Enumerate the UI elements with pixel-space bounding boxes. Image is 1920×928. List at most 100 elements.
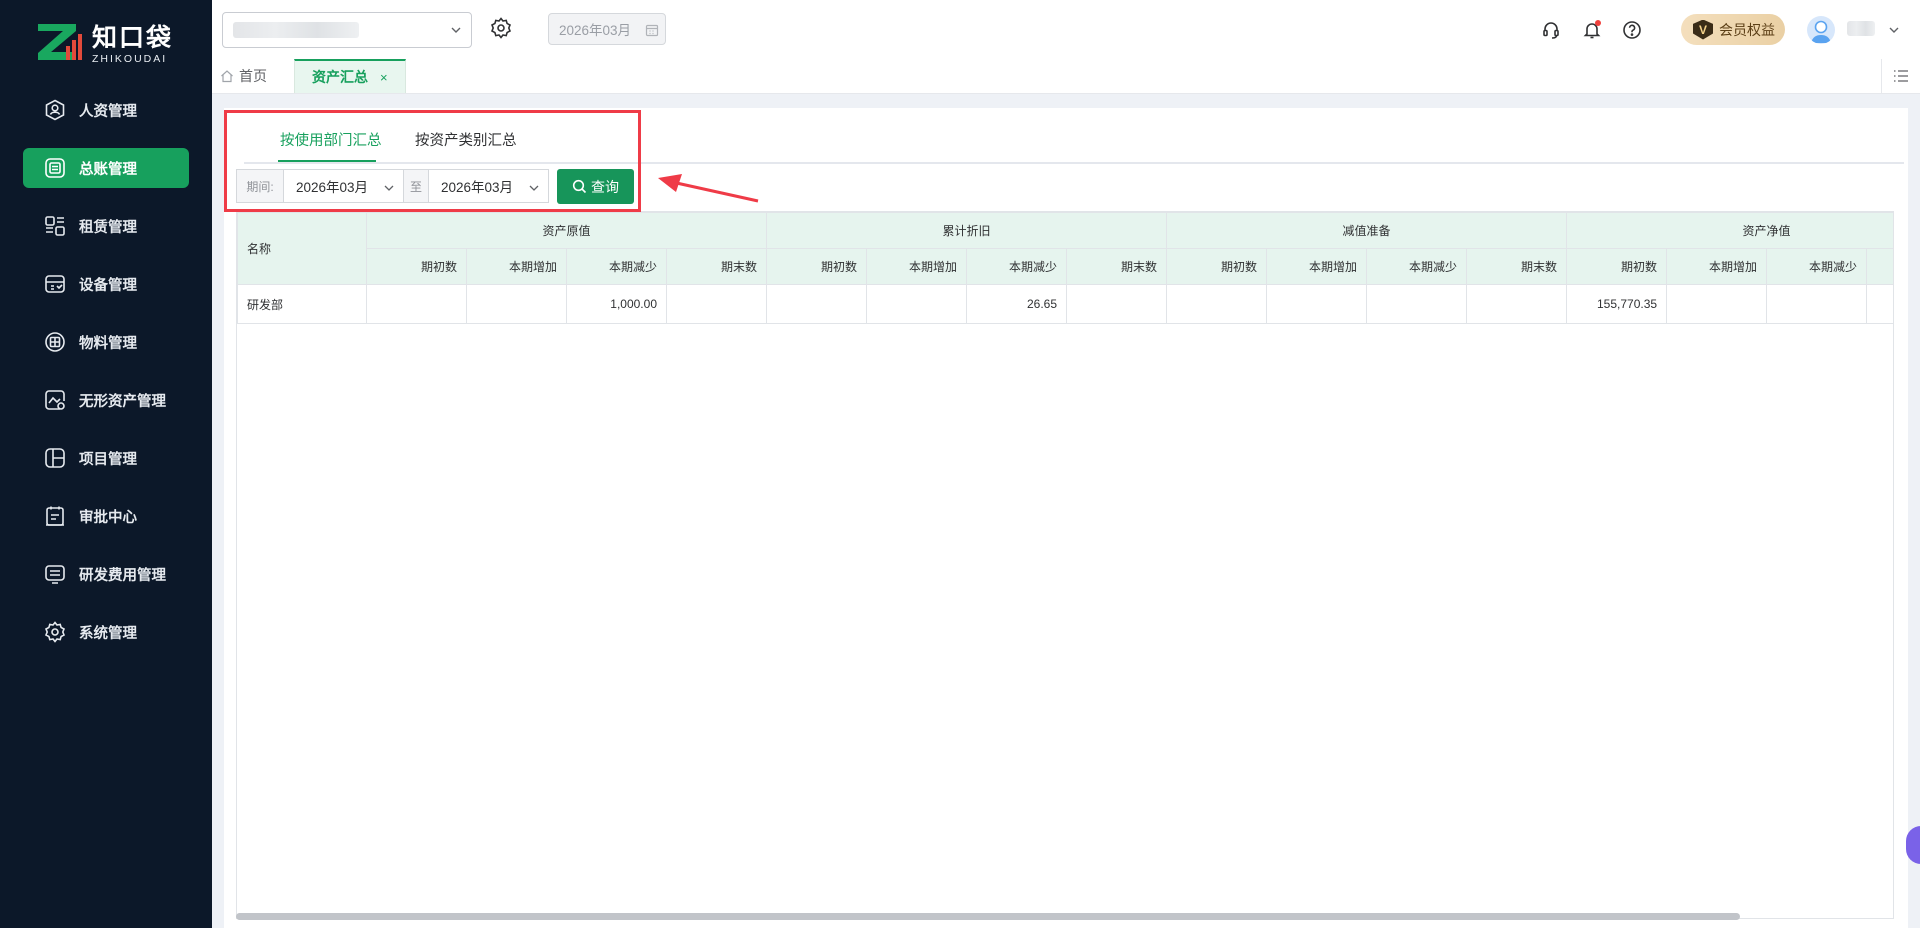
- column-header: 期末数: [1466, 248, 1568, 285]
- material-icon: [43, 330, 67, 354]
- sidebar-item-label: 研发费用管理: [79, 567, 166, 584]
- notification-dot: [1595, 20, 1601, 26]
- tab-home-label: 首页: [239, 68, 267, 84]
- page-tabs: 首页 资产汇总 ×: [212, 59, 1920, 94]
- top-bar: 2026年03月 V 会员权益: [212, 0, 1920, 60]
- column-header: 本期减少: [1366, 248, 1468, 285]
- project-icon: [43, 446, 67, 470]
- sidebar-item-label: 总账管理: [79, 161, 137, 178]
- sidebar-item-rd[interactable]: 研发费用管理: [23, 554, 189, 594]
- period-text: 2026年03月: [559, 23, 632, 38]
- table-cell: [1866, 284, 1893, 324]
- group-header-impairment: 减值准备: [1166, 212, 1568, 249]
- sidebar: 知口袋 ZHIKOUDAI 人资管理 总账管理 租赁管理 设备管理 物料管理 无…: [0, 0, 212, 928]
- table-cell: [1166, 284, 1268, 324]
- sidebar-item-label: 项目管理: [79, 451, 137, 468]
- table-cell: 155,770.35: [1566, 284, 1668, 324]
- avatar[interactable]: [1807, 16, 1835, 44]
- sidebar-item-label: 设备管理: [79, 277, 137, 294]
- column-header-name: 名称: [237, 212, 367, 285]
- table-cell: [1366, 284, 1468, 324]
- sidebar-item-label: 无形资产管理: [79, 393, 166, 410]
- content-panel: 按使用部门汇总 按资产类别汇总 期间: 2026年03月 至 2026年03月 …: [224, 108, 1908, 928]
- column-header: 本期减少: [1766, 248, 1868, 285]
- tab-home[interactable]: 首页: [220, 59, 267, 93]
- logo-mark-icon: [36, 22, 82, 62]
- chevron-down-icon: [449, 23, 463, 40]
- column-header: 期初数: [1166, 248, 1268, 285]
- column-header: 本期增加: [466, 248, 567, 285]
- column-header: 期初数: [1566, 248, 1668, 285]
- person-icon: [43, 98, 67, 122]
- table-cell: [1766, 284, 1868, 324]
- period-display: 2026年03月: [548, 13, 666, 45]
- company-name-blurred: [233, 22, 359, 38]
- help-icon[interactable]: [1622, 20, 1642, 40]
- chat-float-button[interactable]: [1906, 826, 1920, 864]
- column-header: 本期增加: [866, 248, 968, 285]
- logo-subtext: ZHIKOUDAI: [92, 53, 168, 65]
- highlight-box: [224, 110, 641, 212]
- calendar-icon: [645, 23, 659, 40]
- column-header: 本期增加: [1266, 248, 1368, 285]
- column-header: 期初数: [766, 248, 868, 285]
- sidebar-item-label: 物料管理: [79, 335, 137, 352]
- table-cell: [1066, 284, 1168, 324]
- column-header: 期末数: [1866, 248, 1893, 285]
- table-cell: [866, 284, 968, 324]
- table-cell: [766, 284, 868, 324]
- table-cell: [665, 284, 768, 324]
- company-select[interactable]: [222, 12, 472, 48]
- table-cell: [1266, 284, 1368, 324]
- gear-icon[interactable]: [490, 17, 512, 42]
- asset-summary-table: 名称 资产原值 累计折旧 减值准备 资产净值 期初数 本期增加 本期减少 期末数…: [236, 211, 1894, 919]
- column-header: 期末数: [1066, 248, 1168, 285]
- sidebar-item-label: 人资管理: [79, 103, 137, 120]
- column-header: 本期增加: [1666, 248, 1768, 285]
- close-icon[interactable]: ×: [380, 70, 388, 85]
- vip-badge-icon: V: [1693, 19, 1713, 40]
- ledger-icon: [43, 156, 67, 180]
- list-menu-icon[interactable]: [1881, 59, 1920, 93]
- tab-asset-summary-label: 资产汇总: [312, 69, 368, 85]
- annotation-arrow-icon: [658, 174, 759, 203]
- sidebar-item-approval[interactable]: 审批中心: [23, 496, 189, 536]
- sidebar-item-material[interactable]: 物料管理: [23, 322, 189, 362]
- column-header: 期末数: [665, 248, 768, 285]
- table-cell: 1,000.00: [566, 284, 667, 324]
- sidebar-item-label: 系统管理: [79, 625, 137, 642]
- horizontal-scrollbar[interactable]: [236, 913, 1740, 920]
- member-benefits-button[interactable]: V 会员权益: [1681, 14, 1785, 45]
- sidebar-item-lease[interactable]: 租赁管理: [23, 206, 189, 246]
- rd-icon: [43, 562, 67, 586]
- sidebar-item-label: 审批中心: [79, 509, 137, 526]
- table-row[interactable]: 研发部 1,000.00 26.65 155,770.35: [237, 284, 1893, 324]
- group-header-accumulated-depreciation: 累计折旧: [766, 212, 1168, 249]
- column-header: 本期减少: [966, 248, 1068, 285]
- sidebar-item-project[interactable]: 项目管理: [23, 438, 189, 478]
- sidebar-item-system[interactable]: 系统管理: [23, 612, 189, 652]
- sidebar-item-device[interactable]: 设备管理: [23, 264, 189, 304]
- column-header: 本期减少: [566, 248, 667, 285]
- device-icon: [43, 272, 67, 296]
- sidebar-item-ledger[interactable]: 总账管理: [23, 148, 189, 188]
- group-header-net-value: 资产净值: [1566, 212, 1893, 249]
- headset-icon[interactable]: [1541, 20, 1561, 40]
- group-header-original-value: 资产原值: [365, 212, 768, 249]
- intangible-icon: [43, 388, 67, 412]
- tab-asset-summary[interactable]: 资产汇总 ×: [294, 59, 406, 93]
- row-name-cell: 研发部: [237, 284, 367, 324]
- lease-icon: [43, 214, 67, 238]
- sidebar-item-label: 租赁管理: [79, 219, 137, 236]
- user-name-blurred[interactable]: [1847, 21, 1875, 36]
- bell-icon[interactable]: [1582, 20, 1602, 40]
- member-benefits-label: 会员权益: [1719, 21, 1775, 38]
- column-header: 期初数: [366, 248, 467, 285]
- logo-text: 知口袋: [92, 24, 174, 52]
- sidebar-item-intangible[interactable]: 无形资产管理: [23, 380, 189, 420]
- sidebar-item-hr[interactable]: 人资管理: [23, 90, 189, 130]
- chevron-down-icon[interactable]: [1887, 23, 1901, 40]
- home-icon: [220, 69, 234, 83]
- settings-icon: [43, 620, 67, 644]
- table-cell: [1666, 284, 1768, 324]
